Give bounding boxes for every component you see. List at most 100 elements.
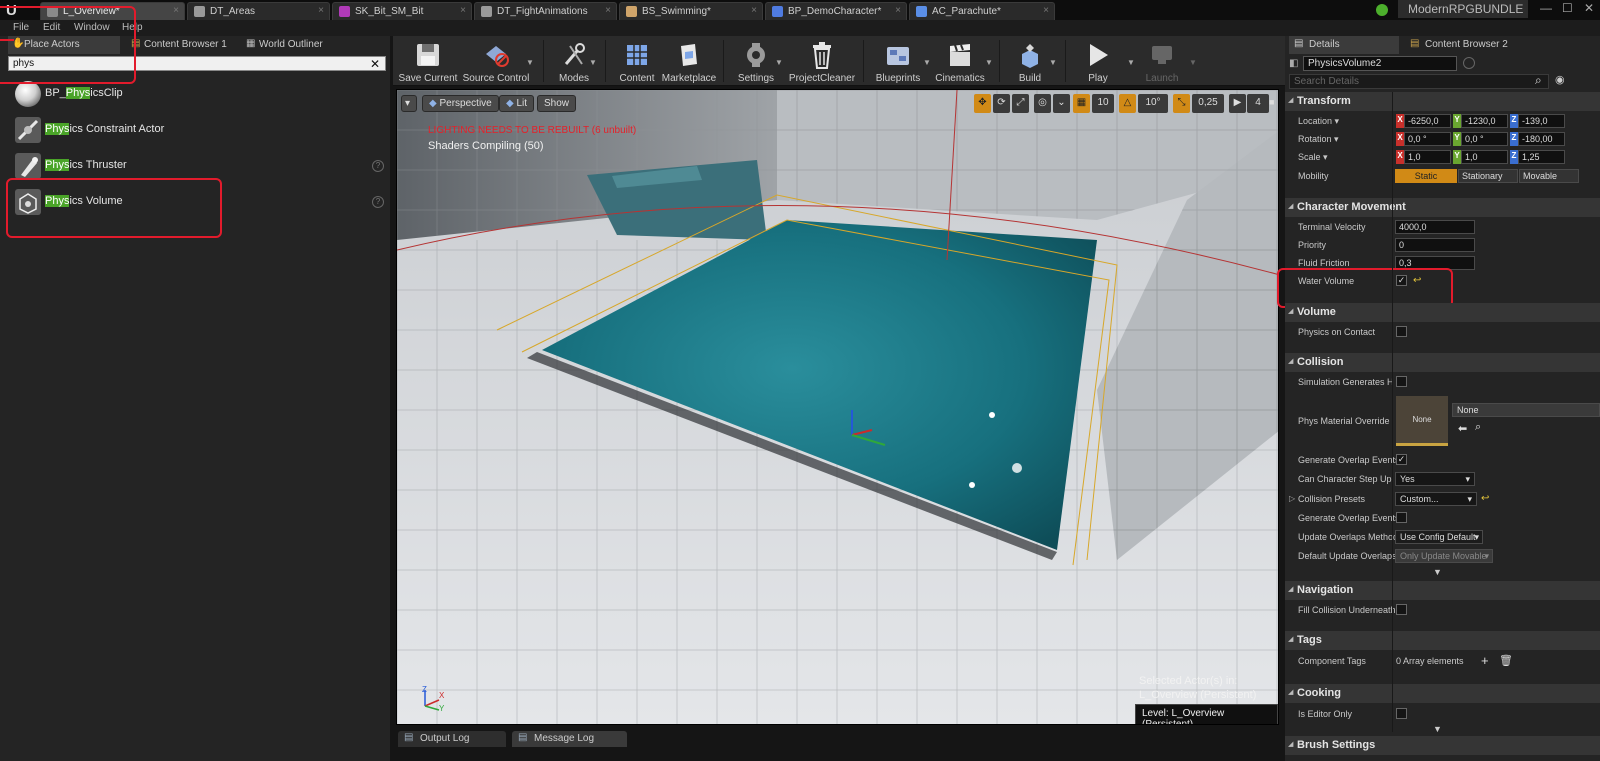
scale-label[interactable]: Scale ▾ — [1298, 152, 1328, 163]
chevron-down-icon[interactable]: ▼ — [1049, 58, 1057, 67]
scale-x-field[interactable]: 1,0 — [1404, 150, 1451, 164]
tab-world-outliner[interactable]: ▦ World Outliner — [243, 36, 353, 54]
update-method-dropdown[interactable]: Use Config Default ▾ — [1395, 530, 1483, 544]
chevron-down-icon[interactable]: ▼ — [526, 58, 534, 67]
section-tags[interactable]: Tags — [1285, 631, 1600, 650]
actor-name-field[interactable]: PhysicsVolume2 — [1303, 56, 1457, 71]
sim-hit-checkbox[interactable] — [1396, 376, 1407, 387]
location-label[interactable]: Location ▾ — [1298, 116, 1339, 127]
close-icon[interactable]: × — [318, 5, 324, 16]
close-icon[interactable]: × — [1043, 5, 1049, 16]
tab-output-log[interactable]: ▤ Output Log — [398, 731, 506, 747]
rotation-y-field[interactable]: 0,0 ° — [1461, 132, 1508, 146]
location-y-field[interactable]: -1230,0 — [1461, 114, 1508, 128]
trash-icon[interactable]: 🗑 — [1499, 654, 1513, 667]
add-element-icon[interactable]: + — [1481, 653, 1489, 668]
collision-presets-dropdown[interactable]: Custom... ▾ — [1395, 492, 1477, 506]
terminal-velocity-field[interactable]: 4000,0 — [1395, 220, 1475, 234]
rotation-label[interactable]: Rotation ▾ — [1298, 134, 1339, 145]
phys-material-thumbnail[interactable]: None — [1396, 396, 1448, 446]
camera-speed-icon[interactable]: ▶ — [1229, 94, 1246, 113]
physics-on-contact-checkbox[interactable] — [1396, 326, 1407, 337]
phys-material-dropdown[interactable]: None — [1452, 403, 1600, 417]
grid-snap-icon[interactable]: ▦ — [1073, 94, 1090, 113]
surface-snap-icon[interactable]: ⌄ — [1053, 94, 1070, 113]
section-character-movement[interactable]: Character Movement — [1285, 198, 1600, 217]
close-icon[interactable]: × — [895, 5, 901, 16]
priority-field[interactable]: 0 — [1395, 238, 1475, 252]
translate-mode-icon[interactable]: ✥ — [974, 94, 991, 113]
show-advanced-chevron-icon[interactable]: ▼ — [1433, 567, 1442, 577]
grid-snap-value[interactable]: 10 — [1092, 94, 1114, 113]
scale-z-field[interactable]: 1,25 — [1518, 150, 1565, 164]
chevron-down-icon[interactable]: ▼ — [1189, 58, 1197, 67]
world-local-icon[interactable]: ◎ — [1034, 94, 1051, 113]
close-icon[interactable]: × — [460, 5, 466, 16]
close-icon[interactable]: × — [751, 5, 757, 16]
clear-search-icon[interactable]: ✕ — [370, 57, 380, 71]
mobility-static-button[interactable]: Static — [1395, 169, 1457, 183]
doc-tab-dt-fightanimations[interactable]: DT_FightAnimations × — [474, 2, 617, 20]
scale-mode-icon[interactable]: ⤢ — [1012, 94, 1029, 113]
content-button[interactable]: Content — [611, 38, 663, 86]
doc-tab-sk-bit[interactable]: SK_Bit_SM_Bit × — [332, 2, 472, 20]
chevron-down-icon[interactable]: ▼ — [589, 58, 597, 67]
generate-overlap-checkbox[interactable]: ✓ — [1396, 454, 1407, 465]
close-icon[interactable]: × — [605, 5, 611, 16]
settings-button[interactable]: Settings — [731, 38, 781, 86]
build-button[interactable]: Build — [1005, 38, 1055, 86]
section-brush-settings[interactable]: Brush Settings — [1285, 736, 1600, 755]
mobility-movable-button[interactable]: Movable — [1519, 169, 1579, 183]
list-item-physics-constraint-actor[interactable]: Physics Constraint Actor — [8, 114, 386, 148]
reset-to-default-icon[interactable]: ↩ — [1481, 493, 1489, 504]
blueprints-button[interactable]: Blueprints — [869, 38, 927, 86]
view-options-icon[interactable]: ◉ — [1555, 73, 1565, 86]
section-cooking[interactable]: Cooking — [1285, 684, 1600, 703]
help-icon[interactable]: ? — [372, 196, 384, 208]
minimize-icon[interactable]: — — [1540, 1, 1552, 15]
column-divider[interactable] — [1392, 92, 1393, 732]
tab-content-browser-1[interactable]: ▤ Content Browser 1 — [128, 36, 238, 54]
camera-speed-value[interactable]: 4 — [1247, 94, 1269, 113]
rotate-mode-icon[interactable]: ⟳ — [993, 94, 1010, 113]
location-x-field[interactable]: -6250,0 — [1404, 114, 1451, 128]
section-navigation[interactable]: Navigation — [1285, 581, 1600, 600]
chevron-down-icon[interactable]: ▼ — [1127, 58, 1135, 67]
section-volume[interactable]: Volume — [1285, 303, 1600, 322]
expand-arrow-icon[interactable]: ▷ — [1289, 494, 1295, 503]
section-collision[interactable]: Collision — [1285, 353, 1600, 372]
launch-button[interactable]: Launch — [1137, 38, 1187, 86]
rotation-x-field[interactable]: 0,0 ° — [1404, 132, 1451, 146]
doc-tab-bp-democharacter[interactable]: BP_DemoCharacter* × — [765, 2, 907, 20]
scale-y-field[interactable]: 1,0 — [1461, 150, 1508, 164]
show-button[interactable]: Show — [537, 95, 577, 112]
lit-button[interactable]: ◆ Lit — [499, 95, 535, 112]
viewport-options-button[interactable]: ▾ — [401, 95, 417, 112]
close-window-icon[interactable]: ✕ — [1584, 1, 1594, 15]
play-button[interactable]: Play — [1073, 38, 1123, 86]
tab-content-browser-2[interactable]: ▤ Content Browser 2 — [1405, 36, 1535, 54]
level-viewport[interactable]: ▾ ◆ Perspective ◆ Lit Show ✥ ⟳ ⤢ ◎ ⌄ ▦ 1… — [396, 89, 1279, 725]
save-current-button[interactable]: Save Current — [397, 38, 459, 86]
generate-overlap-checkbox[interactable] — [1396, 512, 1407, 523]
doc-tab-ac-parachute[interactable]: AC_Parachute* × — [909, 2, 1055, 20]
help-icon[interactable]: ? — [372, 160, 384, 172]
rotation-snap-icon[interactable]: △ — [1119, 94, 1136, 113]
step-up-dropdown[interactable]: Yes ▾ — [1395, 472, 1475, 486]
scale-snap-icon[interactable]: ⤡ — [1173, 94, 1190, 113]
chevron-down-icon[interactable]: ▼ — [985, 58, 993, 67]
details-search-input[interactable]: Search Details — [1289, 74, 1549, 89]
rotation-snap-value[interactable]: 10° — [1138, 94, 1168, 113]
section-transform[interactable]: Transform — [1285, 92, 1600, 111]
maximize-viewport-icon[interactable]: ■ — [1269, 97, 1274, 107]
scale-snap-value[interactable]: 0,25 — [1192, 94, 1224, 113]
search-icon[interactable]: ⌕ — [1535, 73, 1542, 88]
tab-details[interactable]: ▤ Details — [1289, 36, 1399, 54]
chevron-down-icon[interactable]: ▼ — [923, 58, 931, 67]
rotation-z-field[interactable]: -180,00 — [1518, 132, 1565, 146]
use-selected-arrow-icon[interactable]: ⬅ — [1458, 422, 1467, 435]
close-icon[interactable]: × — [173, 5, 179, 16]
doc-tab-bs-swimming[interactable]: BS_Swimming* × — [619, 2, 763, 20]
doc-tab-dt-areas[interactable]: DT_Areas × — [187, 2, 330, 20]
show-advanced-chevron-icon[interactable]: ▼ — [1433, 724, 1442, 734]
